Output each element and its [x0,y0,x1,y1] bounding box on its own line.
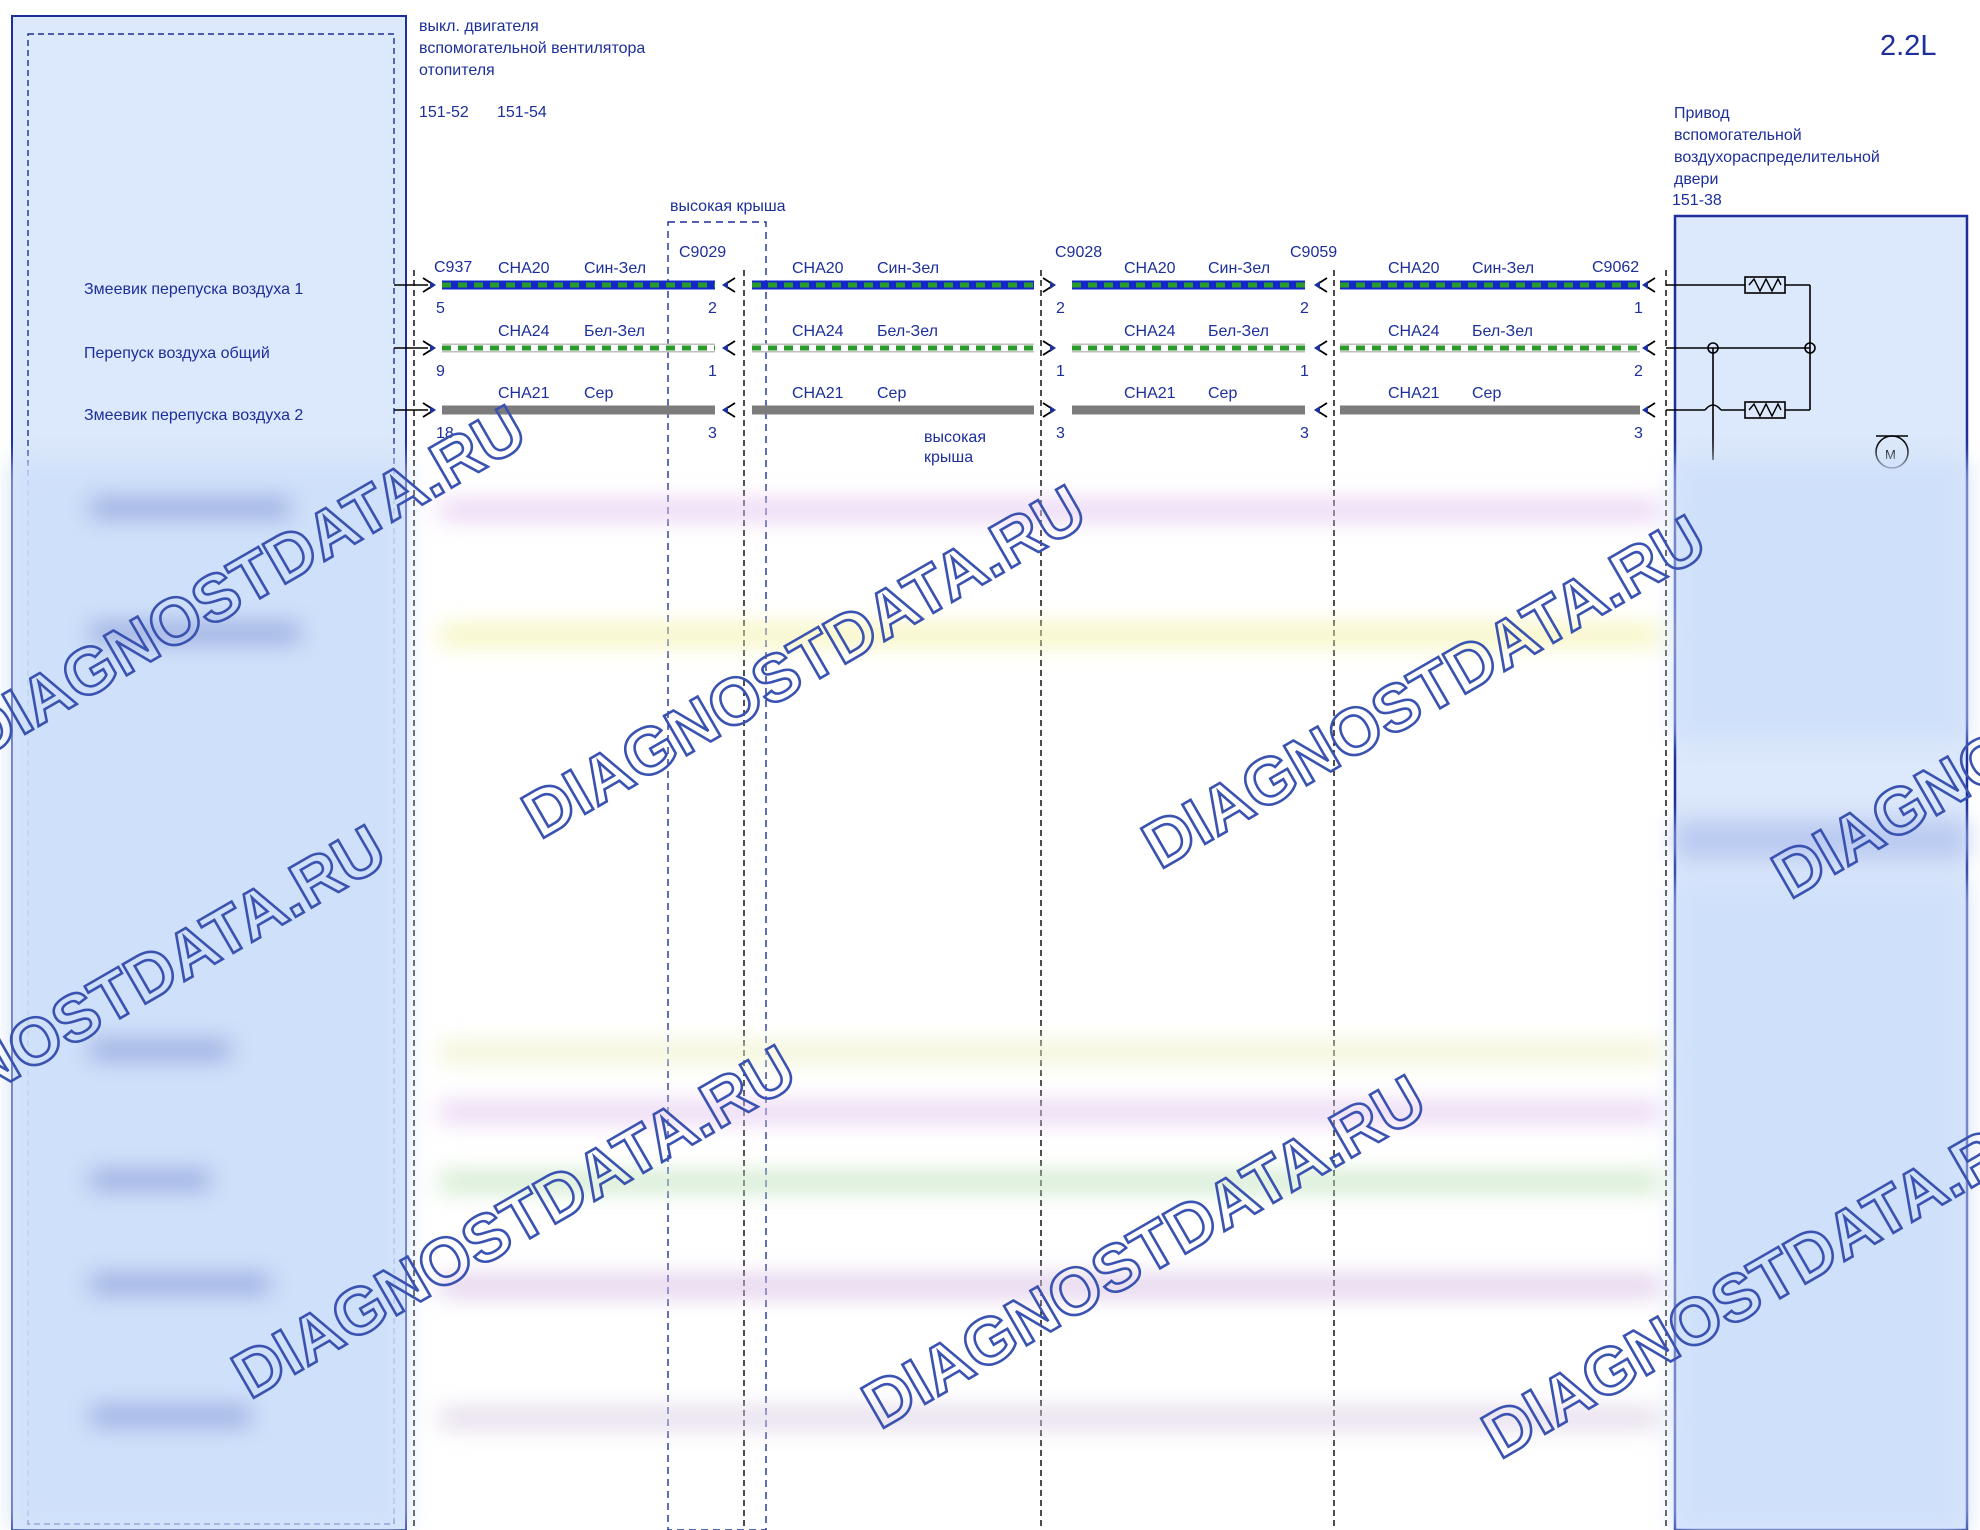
top-note-ref-1: 151-52 [419,104,469,121]
module-pin-label-2: Перепуск воздуха общий [84,345,270,362]
connector-c9029: C9029 [679,244,726,261]
wire-code-label: CHA21 [498,385,550,402]
pin-number: 2 [1056,300,1065,317]
pin-number: 9 [436,363,445,380]
wire-code-label: CHA20 [498,260,550,277]
connector-c9059: C9059 [1290,244,1337,261]
pin-text-layer: 5 2 2 2 1 9 1 1 1 2 18 3 3 3 3 [436,300,1643,442]
pin-number: 3 [708,425,717,442]
right-component-line-3: воздухораспределительной [1674,149,1880,166]
high-roof-label: высокая крыша [670,198,786,215]
connector-arrow-tip-icon [1050,406,1056,414]
wire-code-label: CHA21 [1388,385,1440,402]
connector-c9062: C9062 [1592,259,1639,276]
top-note-line-1: выкл. двигателя [419,18,539,35]
pin-number: 3 [1634,425,1643,442]
pin-number: 1 [1300,363,1309,380]
version-label: 2.2L [1880,30,1936,62]
right-component-line-1: Привод [1674,105,1730,122]
wire-code-label: CHA21 [1124,385,1176,402]
top-note-line-2: вспомогательной вентилятора [419,40,645,57]
top-note-ref-2: 151-54 [497,104,547,121]
pin-number: 3 [1300,425,1309,442]
wire-color-label: Сер [877,385,906,402]
pin-number: 2 [1634,363,1643,380]
wire-color-label: Бел-Зел [1472,323,1533,340]
connector-arrow-tip-icon [1642,344,1648,352]
connector-c9028: C9028 [1055,244,1102,261]
wire-code-label: CHA20 [1124,260,1176,277]
connector-arrow-tip-icon [1050,344,1056,352]
right-component-title: Привод вспомогательной воздухораспредели… [1672,105,1880,209]
pin-number: 5 [436,300,445,317]
wire-color-label: Бел-Зел [1208,323,1269,340]
module-pin-label-1: Змеевик перепуска воздуха 1 [84,281,303,298]
wire-color-label: Сер [584,385,613,402]
pin-number: 1 [708,363,717,380]
pin-number: 1 [1634,300,1643,317]
wire-code-label: CHA24 [1124,323,1176,340]
connector-arrow-tip-icon [1314,344,1320,352]
connector-c937: C937 [434,259,472,276]
connector-arrow-tip-icon [722,281,728,289]
module-pin-label-3: Змеевик перепуска воздуха 2 [84,407,303,424]
wire-color-label: Син-Зел [877,260,939,277]
wire-code-label: CHA20 [1388,260,1440,277]
top-note: выкл. двигателя вспомогательной вентилят… [419,18,645,121]
pin-number: 2 [1300,300,1309,317]
wire-code-label: CHA24 [498,323,550,340]
wire-color-label: Бел-Зел [584,323,645,340]
wire-color-label: Бел-Зел [877,323,938,340]
connector-arrow-tip-icon [430,344,436,352]
pin-number: 2 [708,300,717,317]
pin-number: 18 [436,425,454,442]
connector-arrow-tip-icon [1050,281,1056,289]
right-component-line-2: вспомогательной [1674,127,1802,144]
wire-code-label: CHA24 [1388,323,1440,340]
wire-code-label: CHA21 [792,385,844,402]
wire-color-label: Син-Зел [584,260,646,277]
wire-color-label: Син-Зел [1208,260,1270,277]
wire-color-label: Сер [1208,385,1237,402]
wire-color-label: Син-Зел [1472,260,1534,277]
wire-color-label: Сер [1472,385,1501,402]
connector-arrow-tip-icon [1314,281,1320,289]
connector-arrow-tip-icon [1642,406,1648,414]
top-note-line-3: отопителя [419,62,495,79]
connector-arrow-tip-icon [1642,281,1648,289]
connector-arrow-tip-icon [430,281,436,289]
connector-arrow-tip-icon [722,406,728,414]
connector-arrow-tip-icon [430,406,436,414]
blurred-lower-diagram [0,460,1980,1530]
connector-arrow-tip-icon [1314,406,1320,414]
high-roof-label-2-line-1: высокая [924,429,986,446]
right-component-line-4: двери [1674,171,1718,188]
pin-number: 1 [1056,363,1065,380]
connector-arrow-tip-icon [722,344,728,352]
wire-code-label: CHA24 [792,323,844,340]
wire-code-label: CHA20 [792,260,844,277]
pin-number: 3 [1056,425,1065,442]
right-component-ref: 151-38 [1672,192,1722,209]
